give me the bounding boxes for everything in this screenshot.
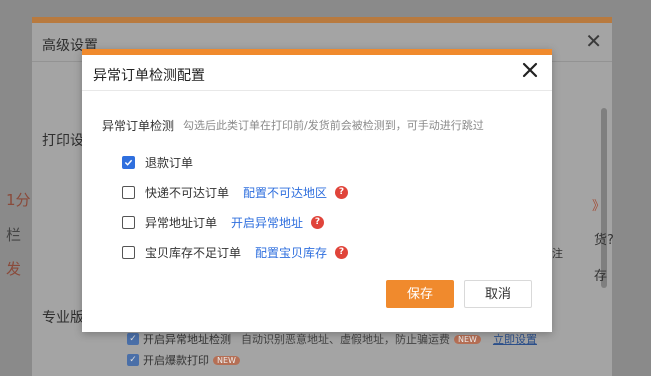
field-description: 勾选后此类订单在打印前/发货前会被检测到，可手动进行跳过 [183, 119, 484, 132]
configure-item-stock-link[interactable]: 配置宝贝库存 [255, 244, 327, 261]
option-abnormal-address-order[interactable]: 异常地址订单 开启异常地址 ? [122, 214, 325, 231]
section-pro-heading: 专业版 [42, 310, 84, 326]
new-badge: NEW [213, 355, 240, 365]
bg-bullet-2: 栏 [6, 226, 22, 244]
option-undeliverable-order[interactable]: 快递不可达订单 配置不可达地区 ? [122, 184, 349, 201]
checkbox-checked-icon[interactable]: ✓ [127, 333, 139, 345]
right-text-2: 货? [594, 233, 614, 248]
bg-row-abnormal-address: ✓ 开启异常地址检测 自动识别恶意地址、虚假地址，防止骗运费 NEW 立即设置 [127, 331, 537, 347]
configure-undeliverable-area-link[interactable]: 配置不可达地区 [243, 184, 327, 201]
abnormal-order-config-modal: 异常订单检测配置 异常订单检测 勾选后此类订单在打印前/发货前会被检测到，可手动… [82, 49, 552, 332]
option-label: 异常地址订单 [145, 216, 218, 230]
option-label: 宝贝库存不足订单 [145, 246, 242, 260]
section-print-heading: 打印设 [42, 133, 84, 149]
option-label: 退款订单 [145, 156, 194, 170]
new-badge: NEW [454, 334, 481, 344]
save-button[interactable]: 保存 [386, 280, 454, 308]
bg-row-label: 开启爆款打印 [143, 354, 209, 367]
help-icon[interactable]: ? [335, 246, 349, 259]
help-icon[interactable]: ? [335, 186, 349, 199]
modal-header: 异常订单检测配置 [82, 55, 552, 91]
help-icon[interactable]: ? [311, 216, 325, 229]
bg-bullet-1: 1分 [6, 191, 31, 209]
checkbox-abnormal-address-order[interactable] [122, 216, 135, 229]
enable-abnormal-address-link[interactable]: 开启异常地址 [231, 214, 303, 231]
bg-row-link[interactable]: 立即设置 [493, 331, 537, 347]
right-text-3: 注 [552, 247, 563, 260]
option-refund-order[interactable]: 退款订单 [122, 154, 193, 171]
checkbox-undeliverable-order[interactable] [122, 186, 135, 199]
bg-row-label: 开启异常地址检测 [143, 333, 231, 346]
field-label: 异常订单检测 [102, 119, 175, 133]
cancel-button[interactable]: 取消 [464, 280, 532, 308]
option-low-stock-order[interactable]: 宝贝库存不足订单 配置宝贝库存 ? [122, 244, 349, 261]
bg-bullet-3: 发 [6, 260, 22, 278]
close-icon[interactable] [519, 59, 541, 81]
checkbox-refund-order[interactable] [122, 156, 135, 169]
right-text-4: 存 [594, 269, 608, 284]
modal-title: 异常订单检测配置 [93, 68, 205, 84]
advanced-settings-close-icon[interactable]: ✕ [585, 31, 602, 51]
checkbox-checked-icon[interactable]: ✓ [127, 354, 139, 366]
bg-row-hot-print: ✓ 开启爆款打印 NEW [127, 352, 240, 368]
checkbox-low-stock-order[interactable] [122, 246, 135, 259]
bg-row-desc: 自动识别恶意地址、虚假地址，防止骗运费 [241, 333, 450, 346]
option-label: 快递不可达订单 [145, 186, 230, 200]
right-text-1: 》 [592, 199, 606, 214]
